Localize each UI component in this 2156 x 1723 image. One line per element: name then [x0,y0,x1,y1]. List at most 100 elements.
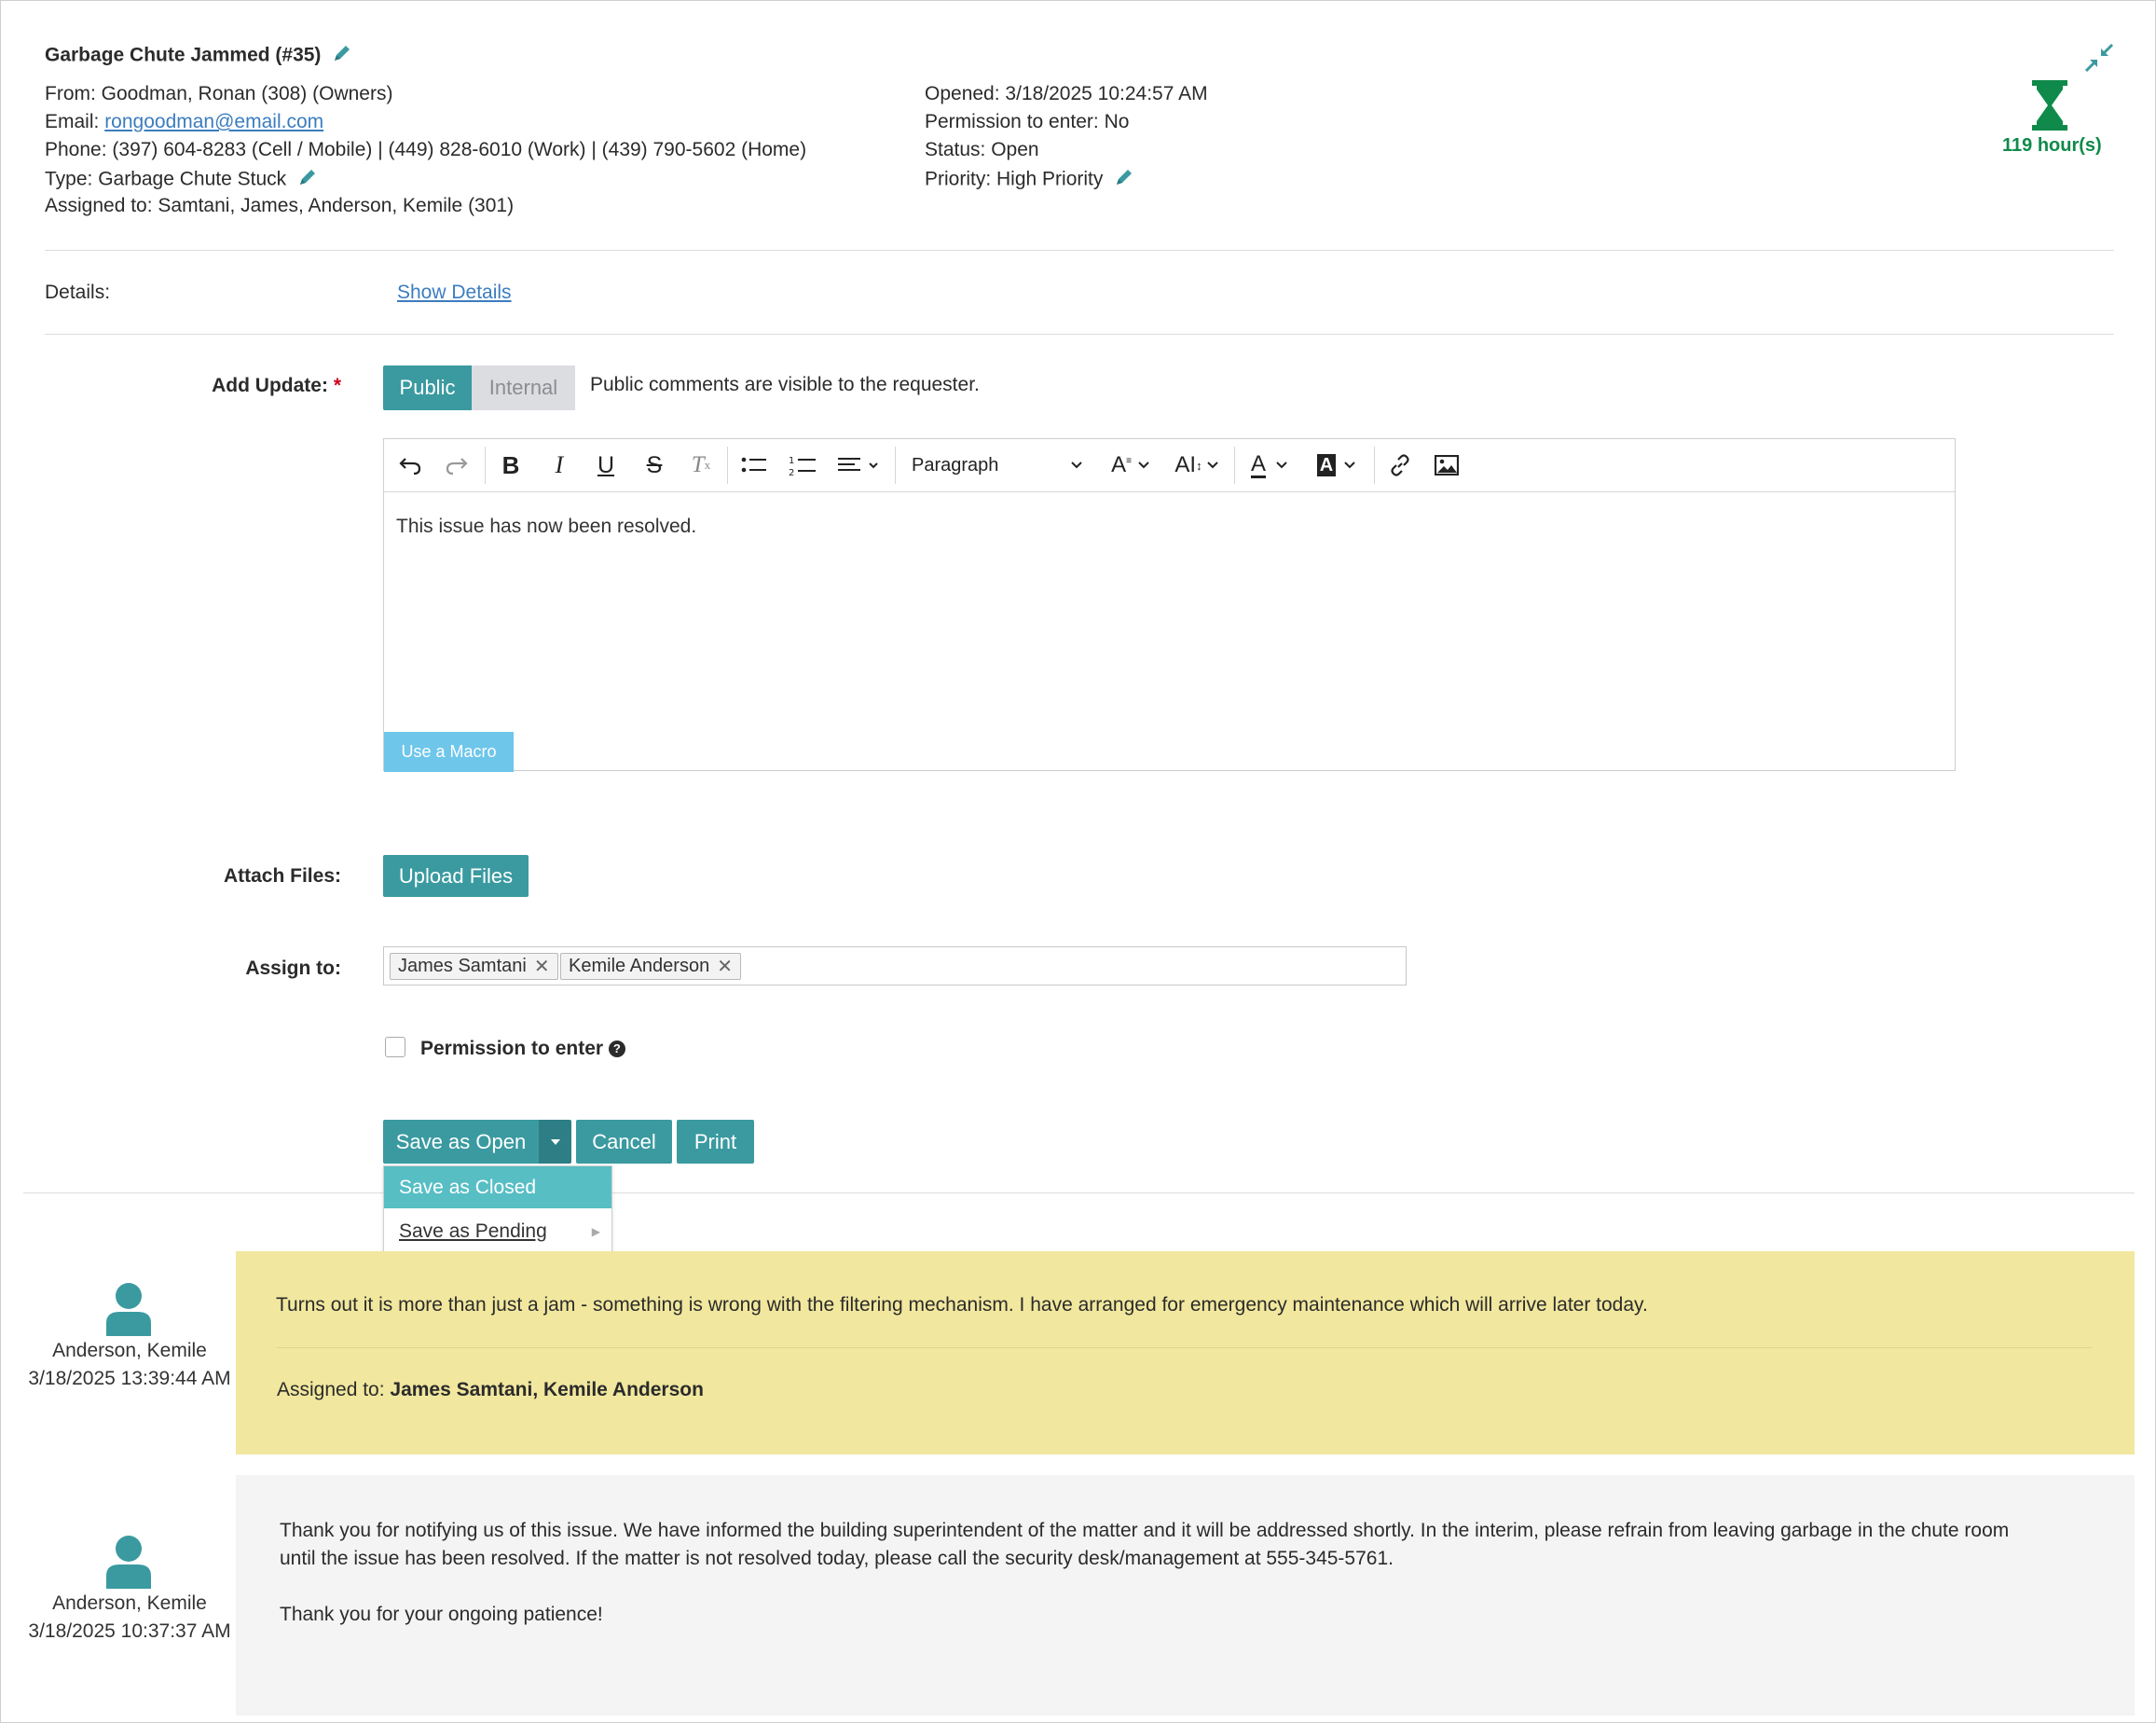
save-as-closed-option[interactable]: Save as Closed [384,1166,611,1208]
svg-text:1: 1 [789,456,794,466]
author-name: Anderson, Kemile [52,1340,207,1361]
strikethrough-icon[interactable]: S [638,448,671,482]
save-as-open-button[interactable]: Save as Open [383,1120,539,1164]
assign-to-label: Assign to: [245,958,341,979]
visibility-note: Public comments are visible to the reque… [590,374,980,395]
type-text: Type: Garbage Chute Stuck [45,168,287,190]
use-macro-button[interactable]: Use a Macro [384,732,514,772]
bullet-list-icon[interactable] [736,448,772,482]
chevron-right-icon: ▶ [591,1224,600,1238]
attach-files-label: Attach Files: [223,865,341,887]
from-line: From: Goodman, Ronan (308) (Owners) [45,83,393,104]
save-dropdown-toggle[interactable] [539,1120,571,1164]
comment-author: Anderson, Kemile 3/18/2025 10:37:37 AM [18,1590,241,1646]
block-format-value: Paragraph [912,454,999,476]
collapse-icon[interactable] [2082,41,2116,80]
rich-text-editor[interactable]: B I U S Tx 12 Paragraph A ≡ AI ↕ A A Thi… [383,438,1956,772]
underline-icon[interactable]: U [589,448,623,482]
save-as-pending-option[interactable]: Save as Pending ▶ [384,1210,611,1252]
ticket-title: Garbage Chute Jammed (#35) [45,43,352,69]
status-line: Status: Open [925,139,1039,160]
chevron-down-icon [1071,462,1082,469]
comment-text-line: Thank you for your ongoing patience! [280,1604,603,1625]
opened-line: Opened: 3/18/2025 10:24:57 AM [925,83,1208,104]
editor-content[interactable]: This issue has now been resolved. [396,516,696,538]
divider-1 [45,250,2114,251]
help-icon[interactable]: ? [608,1041,625,1058]
redo-icon[interactable] [440,448,474,482]
edit-title-pencil-icon[interactable] [332,43,352,69]
email-link[interactable]: rongoodman@email.com [104,111,323,132]
undo-icon[interactable] [393,448,427,482]
cancel-button[interactable]: Cancel [576,1120,672,1164]
user-avatar-icon [104,1535,153,1594]
background-color-icon[interactable]: A [1311,448,1363,482]
type-line: Type: Garbage Chute Stuck [45,167,318,193]
assignee-tag: Kemile Anderson ✕ [560,953,741,980]
bold-icon[interactable]: B [494,448,528,482]
email-line: Email: rongoodman@email.com [45,111,323,133]
assignee-tag-label: Kemile Anderson [569,956,710,976]
comment-assigned-label: Assigned to: [277,1379,391,1400]
caret-down-icon [550,1138,560,1145]
assigned-line: Assigned to: Samtani, James, Anderson, K… [45,195,515,216]
font-family-icon[interactable]: A ≡ [1104,448,1158,482]
edit-priority-pencil-icon[interactable] [1114,167,1134,193]
comment-assigned: Assigned to: James Samtani, Kemile Ander… [277,1379,704,1401]
priority-line: Priority: High Priority [925,167,1134,193]
hourglass-icon [2030,80,2069,136]
block-format-select[interactable]: Paragraph [904,448,1091,482]
assignee-input[interactable]: James Samtani ✕ Kemile Anderson ✕ [383,946,1407,986]
assignee-tag-label: James Samtani [398,956,527,976]
italic-icon[interactable]: I [542,448,576,482]
clear-format-icon[interactable]: Tx [684,448,718,482]
remove-tag-icon[interactable]: ✕ [717,955,733,978]
ticket-title-text: Garbage Chute Jammed (#35) [45,44,322,66]
public-toggle[interactable]: Public [383,365,472,410]
comment-card: Thank you for notifying us of this issue… [236,1475,2135,1716]
permission-checkbox[interactable] [385,1037,405,1057]
page-frame [0,0,2156,1723]
toolbar-separator [727,447,728,484]
print-button[interactable]: Print [677,1120,754,1164]
comment-card: Turns out it is more than just a jam - s… [236,1251,2135,1454]
upload-files-button[interactable]: Upload Files [383,855,529,897]
add-update-text: Add Update: [212,375,328,396]
comment-divider [277,1347,2093,1348]
toolbar-separator [1234,447,1235,484]
phone-line: Phone: (397) 604-8283 (Cell / Mobile) | … [45,139,807,160]
email-label: Email: [45,111,105,132]
image-icon[interactable] [1430,448,1463,482]
permission-line: Permission to enter: No [925,111,1130,132]
remove-tag-icon[interactable]: ✕ [534,955,550,978]
edit-type-pencil-icon[interactable] [297,167,318,193]
align-dropdown-icon[interactable] [833,448,886,482]
svg-text:2: 2 [789,468,794,476]
priority-text: Priority: High Priority [925,168,1104,190]
user-avatar-icon [104,1282,153,1342]
divider-3 [23,1192,2135,1193]
editor-toolbar: B I U S Tx 12 Paragraph A ≡ AI ↕ A A [384,439,1955,492]
toolbar-separator [895,447,896,484]
link-icon[interactable] [1383,448,1417,482]
comment-text-line: Thank you for notifying us of this issue… [280,1520,2010,1541]
save-as-pending-label: Save as Pending [399,1220,547,1242]
numbered-list-icon[interactable]: 12 [785,448,820,482]
comment-text: Turns out it is more than just a jam - s… [276,1294,1648,1316]
assignee-tag: James Samtani ✕ [390,953,558,980]
save-options-menu: Save as Closed Save as Pending ▶ [383,1165,612,1252]
toolbar-separator [485,447,486,484]
font-size-icon[interactable]: AI ↕ [1169,448,1225,482]
permission-label-text: Permission to enter [420,1038,604,1059]
toolbar-separator [1374,447,1375,484]
internal-toggle[interactable]: Internal [472,365,575,410]
comment-text-line: until the issue has been resolved. If th… [280,1548,1394,1569]
comment-author: Anderson, Kemile 3/18/2025 13:39:44 AM [18,1337,241,1393]
details-label: Details: [45,282,111,303]
divider-2 [45,334,2114,335]
comment-timestamp: 3/18/2025 10:37:37 AM [28,1620,231,1642]
required-mark: * [333,375,341,396]
permission-label: Permission to enter ? [420,1038,625,1060]
text-color-icon[interactable]: A [1243,448,1296,482]
show-details-link[interactable]: Show Details [397,282,512,304]
